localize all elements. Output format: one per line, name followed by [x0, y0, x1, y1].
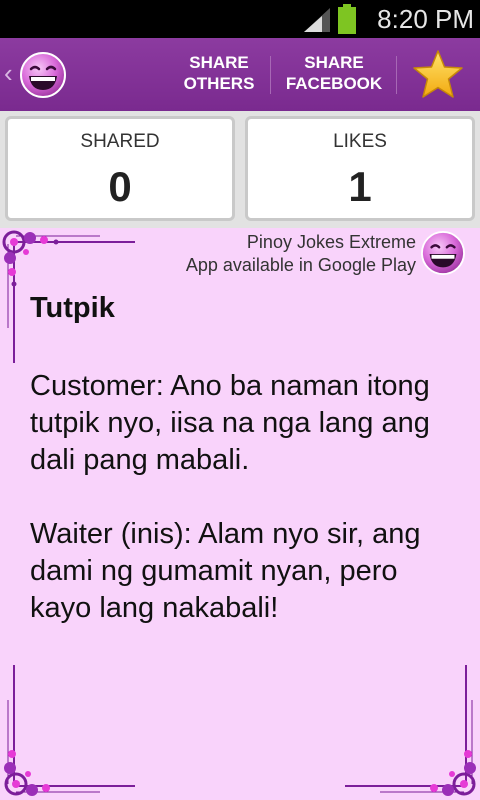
likes-label: LIKES — [333, 131, 387, 152]
share-others-label-line2: OTHERS — [183, 74, 255, 93]
shared-stat-card: SHARED 0 — [5, 116, 235, 221]
share-facebook-button[interactable]: SHARE FACEBOOK — [280, 52, 388, 98]
star-icon[interactable] — [411, 48, 465, 102]
battery-icon — [338, 4, 356, 34]
promo-availability: App available in Google Play — [185, 255, 416, 275]
divider — [396, 56, 397, 94]
likes-stat-card: LIKES 1 — [245, 116, 475, 221]
joke-title: Tutpik — [30, 292, 115, 324]
share-facebook-label-line2: FACEBOOK — [285, 74, 383, 93]
share-facebook-label-line1: SHARE — [304, 53, 364, 72]
floral-corner-decoration — [345, 665, 476, 796]
promo-app-name: Pinoy Jokes Extreme — [246, 232, 416, 252]
likes-count: 1 — [348, 163, 372, 210]
action-bar: ‹ SHARE OTHERS SHARE FACEBOOK — [0, 38, 480, 111]
share-others-button[interactable]: SHARE OTHERS — [176, 52, 262, 98]
floral-corner-decoration — [4, 665, 135, 796]
signal-icon — [304, 8, 330, 32]
stats-panel: SHARED 0 LIKES 1 — [0, 111, 480, 228]
joke-paragraph: Waiter (inis): Alam nyo sir, ang dami ng… — [30, 518, 421, 624]
status-time: 8:20 PM — [377, 4, 474, 34]
promo-text[interactable]: Pinoy Jokes Extreme App available in Goo… — [120, 231, 416, 277]
joke-body: Customer: Ano ba naman itong tutpik nyo,… — [30, 368, 460, 627]
shared-count: 0 — [108, 163, 132, 210]
divider — [270, 56, 271, 94]
back-chevron-icon[interactable]: ‹ — [4, 58, 18, 88]
laughing-face-icon[interactable] — [421, 231, 465, 275]
status-bar: 8:20 PM — [0, 0, 480, 38]
share-others-label-line1: SHARE — [189, 53, 249, 72]
shared-label: SHARED — [80, 131, 160, 152]
laughing-face-icon[interactable] — [20, 52, 66, 98]
joke-paragraph: Customer: Ano ba naman itong tutpik nyo,… — [30, 370, 430, 476]
joke-content: Pinoy Jokes Extreme App available in Goo… — [0, 228, 480, 800]
